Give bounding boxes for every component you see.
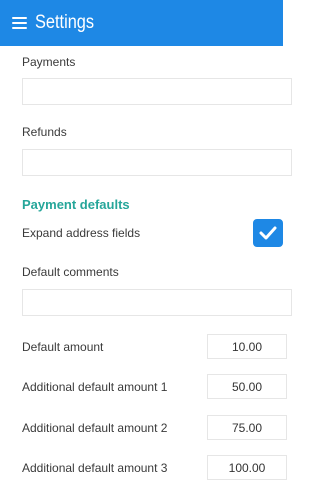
additional-amount-1-label: Additional default amount 1 xyxy=(22,380,168,394)
page-title: Settings xyxy=(35,12,95,33)
payments-input[interactable] xyxy=(22,78,292,105)
refunds-input[interactable] xyxy=(22,149,292,176)
default-comments-label: Default comments xyxy=(22,265,119,279)
app-bar: Settings xyxy=(0,0,283,46)
additional-amount-2-label: Additional default amount 2 xyxy=(22,421,168,435)
additional-amount-3-input[interactable] xyxy=(207,455,287,480)
additional-amount-1-input[interactable] xyxy=(207,374,287,399)
payments-label: Payments xyxy=(22,55,76,69)
default-amount-input[interactable] xyxy=(207,334,287,359)
default-comments-input[interactable] xyxy=(22,289,292,316)
additional-amount-3-label: Additional default amount 3 xyxy=(22,461,168,475)
refunds-label: Refunds xyxy=(22,125,67,139)
additional-amount-2-input[interactable] xyxy=(207,415,287,440)
expand-address-fields-checkbox[interactable] xyxy=(253,219,283,247)
expand-address-fields-label: Expand address fields xyxy=(22,226,141,240)
default-amount-label: Default amount xyxy=(22,340,104,354)
checkmark-icon xyxy=(259,226,277,240)
hamburger-menu-icon[interactable] xyxy=(12,17,27,29)
payment-defaults-heading: Payment defaults xyxy=(22,197,130,212)
